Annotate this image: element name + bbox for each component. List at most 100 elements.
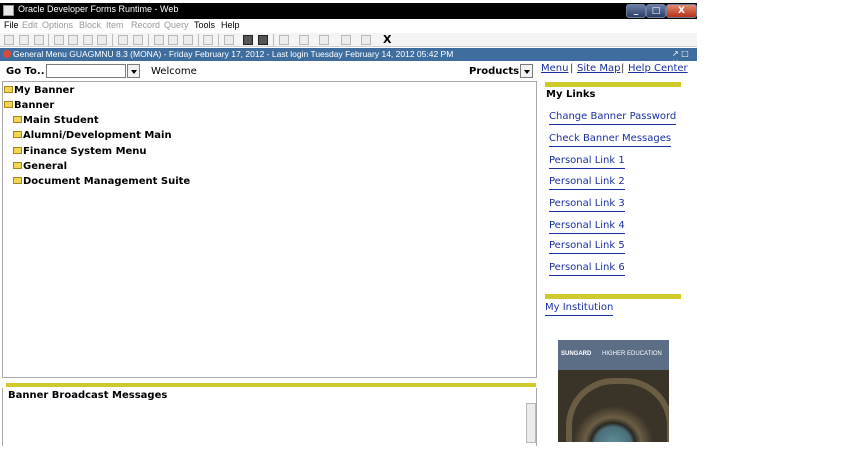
title-bar: Oracle Developer Forms Runtime - Web _ □… [0, 3, 697, 19]
execute-query-icon[interactable] [168, 35, 178, 45]
products-dropdown-icon[interactable] [520, 64, 533, 78]
goto-row: Go To.. Welcome Products: [0, 62, 540, 80]
folder-icon [13, 147, 22, 154]
toolbar-divider [218, 34, 219, 46]
tree-item-document-management[interactable]: Document Management Suite [13, 176, 190, 187]
first-record-icon[interactable] [54, 35, 64, 45]
folder-icon [13, 116, 22, 123]
toolbar: X [0, 33, 697, 47]
personal-link-1[interactable]: Personal Link 1 [549, 155, 625, 169]
tree-item-main-student[interactable]: Main Student [13, 115, 99, 126]
personal-link-4[interactable]: Personal Link 4 [549, 220, 625, 234]
my-links-title: My Links [546, 89, 596, 100]
goto-input[interactable] [46, 64, 126, 78]
menu-item[interactable]: Item [106, 20, 124, 30]
menu-block[interactable]: Block [79, 20, 101, 30]
tree-item-finance-system[interactable]: Finance System Menu [13, 146, 147, 157]
folder-icon [13, 177, 22, 184]
print-icon[interactable] [34, 35, 44, 45]
toolbar-divider [48, 34, 49, 46]
welcome-text: Welcome [151, 66, 197, 77]
logo-tagline: HIGHER EDUCATION [602, 351, 662, 357]
menu-link[interactable]: Menu [541, 63, 568, 74]
tree-item-alumni-development[interactable]: Alumni/Development Main [13, 130, 172, 141]
insert-record-icon[interactable] [118, 35, 128, 45]
personal-link-5[interactable]: Personal Link 5 [549, 240, 625, 254]
logo-banner: SUNGARD HIGHER EDUCATION [558, 340, 669, 370]
goto-dropdown-icon[interactable] [127, 64, 140, 78]
menu-options[interactable]: Options [42, 20, 73, 30]
logo-brand: SUNGARD [561, 351, 592, 357]
print-screen-icon[interactable] [224, 35, 234, 45]
tree-item-label: Finance System Menu [23, 146, 147, 157]
workflow-icon[interactable] [319, 35, 329, 45]
close-button[interactable]: X [666, 4, 697, 18]
form-icon [3, 50, 11, 58]
broadcast-title: Banner Broadcast Messages [8, 390, 168, 401]
products-label: Products: [469, 66, 524, 77]
help-center-link[interactable]: Help Center [628, 63, 688, 74]
toolbar-divider [148, 34, 149, 46]
previous-record-icon[interactable] [83, 35, 93, 45]
help-icon[interactable] [341, 35, 351, 45]
my-links-divider [545, 82, 681, 87]
check-messages-link[interactable]: Check Banner Messages [549, 133, 672, 147]
broadcast-scrollbar[interactable] [526, 403, 536, 443]
tree-item-general[interactable]: General [13, 161, 67, 172]
previous-block-icon[interactable] [68, 35, 78, 45]
tree-item-label: Document Management Suite [23, 176, 191, 187]
broadcast-divider [6, 383, 536, 387]
tree-item-label: My Banner [14, 85, 75, 96]
tree-item-my-banner[interactable]: My Banner [4, 85, 74, 96]
site-map-link[interactable]: Site Map [577, 63, 620, 74]
personal-link-3[interactable]: Personal Link 3 [549, 198, 625, 212]
app-icon [3, 5, 14, 16]
minimize-button[interactable]: _ [626, 4, 646, 18]
tree-item-label: Alumni/Development Main [23, 130, 172, 141]
tree-item-label: General [23, 161, 67, 172]
form-header-title: General Menu GUAGMNU 8.3 (MONA) - Friday… [13, 49, 454, 59]
extract-icon[interactable] [258, 35, 268, 45]
menu-edit[interactable]: Edit [22, 20, 38, 30]
cancel-query-icon[interactable] [183, 35, 193, 45]
navigation-icon[interactable] [279, 35, 289, 45]
goto-label: Go To.. [6, 66, 45, 77]
options-icon[interactable] [203, 35, 213, 45]
tree-item-banner[interactable]: Banner [4, 100, 54, 111]
delete-record-icon[interactable] [133, 35, 143, 45]
tips-icon[interactable] [361, 35, 371, 45]
window-title: Oracle Developer Forms Runtime - Web [18, 4, 179, 14]
rollback-icon[interactable] [19, 35, 29, 45]
settings-icon[interactable] [299, 35, 309, 45]
menu-tree-panel: My Banner Banner Main Student Alumni/Dev… [2, 81, 537, 378]
menu-help[interactable]: Help [221, 20, 240, 30]
next-block-icon[interactable] [97, 35, 107, 45]
menu-bar: File Edit Options Block Item Record Quer… [0, 19, 697, 33]
enter-query-icon[interactable] [154, 35, 164, 45]
tree-item-label: Banner [14, 100, 55, 111]
my-institution-link[interactable]: My Institution [545, 302, 614, 316]
menu-record[interactable]: Record [131, 20, 160, 30]
logo-archway-image [558, 370, 669, 442]
maximize-button[interactable]: □ [646, 4, 666, 18]
institution-divider [545, 294, 681, 299]
folder-open-icon [4, 101, 13, 108]
sungard-logo: SUNGARD HIGHER EDUCATION [558, 340, 669, 442]
personal-link-2[interactable]: Personal Link 2 [549, 176, 625, 190]
save-icon[interactable] [4, 35, 14, 45]
menu-query[interactable]: Query [164, 20, 189, 30]
folder-icon [13, 162, 22, 169]
folder-icon [4, 86, 13, 93]
menu-tools[interactable]: Tools [194, 20, 215, 30]
toolbar-divider [112, 34, 113, 46]
link-separator: | [570, 63, 574, 74]
change-password-link[interactable]: Change Banner Password [549, 111, 677, 125]
menu-file[interactable]: File [4, 20, 19, 30]
toolbar-divider [198, 34, 199, 46]
personal-link-6[interactable]: Personal Link 6 [549, 262, 625, 276]
tree-item-label: Main Student [23, 115, 99, 126]
toolbar-divider [273, 34, 274, 46]
exit-button[interactable]: X [383, 33, 391, 46]
form-header-bar: General Menu GUAGMNU 8.3 (MONA) - Friday… [0, 48, 697, 67]
export-icon[interactable] [243, 35, 253, 45]
